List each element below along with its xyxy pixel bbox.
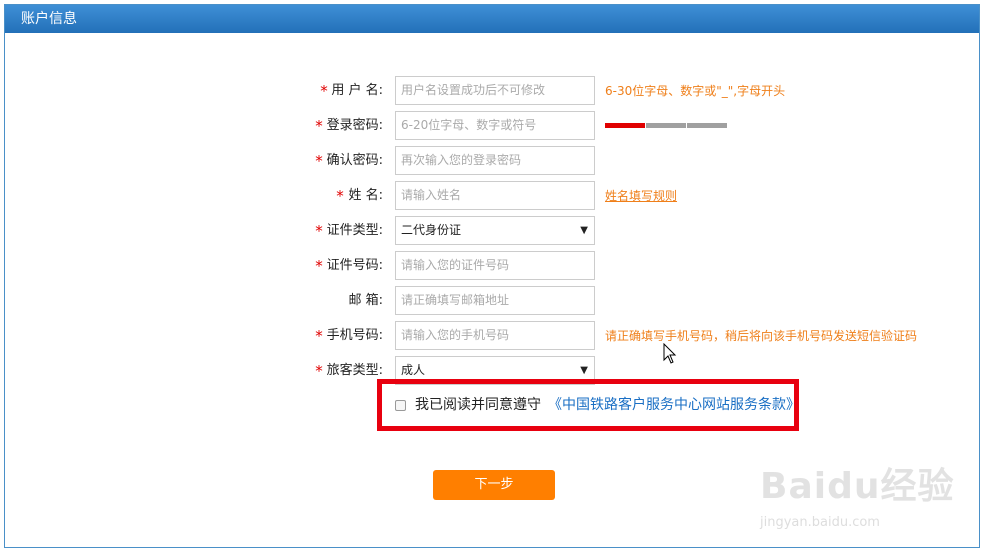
passenger-type-label: 旅客类型: <box>326 363 383 378</box>
id-number-input[interactable]: 请输入您的证件号码 <box>395 251 595 280</box>
confirm-password-label: 确认密码: <box>326 153 383 168</box>
next-step-button[interactable]: 下一步 <box>433 470 555 500</box>
agreement-highlight-box: 我已阅读并同意遵守 《中国铁路客户服务中心网站服务条款》 <box>377 379 800 431</box>
id-number-row: * 证件号码: 请输入您的证件号码 <box>5 251 981 281</box>
panel-header: 账户信息 <box>5 5 979 33</box>
confirm-password-row: * 确认密码: 再次输入您的登录密码 <box>5 146 981 176</box>
name-label: 姓 名: <box>348 188 383 203</box>
id-type-label: 证件类型: <box>326 223 383 238</box>
username-row: * 用 户 名: 用户名设置成功后不可修改 6-30位字母、数字或"_",字母开… <box>5 76 981 106</box>
name-rules-link[interactable]: 姓名填写规则 <box>605 181 677 211</box>
id-type-row: * 证件类型: 二代身份证 ▼ <box>5 216 981 246</box>
password-row: * 登录密码: 6-20位字母、数字或符号 <box>5 111 981 141</box>
password-input[interactable]: 6-20位字母、数字或符号 <box>395 111 595 140</box>
email-label: 邮 箱: <box>348 293 383 308</box>
watermark-logo-text: Baidu经验 <box>760 466 955 507</box>
watermark-url: jingyan.baidu.com <box>760 515 880 530</box>
email-row: 邮 箱: 请正确填写邮箱地址 <box>5 286 981 316</box>
baidu-jingyan-watermark: Baidu经验 jingyan.baidu.com <box>750 445 953 545</box>
service-terms-link[interactable]: 《中国铁路客户服务中心网站服务条款》 <box>548 395 800 415</box>
username-label: 用 户 名: <box>331 83 383 98</box>
dropdown-arrow-icon: ▼ <box>580 225 588 236</box>
strength-segment-strong <box>687 123 727 128</box>
phone-label: 手机号码: <box>326 328 383 343</box>
name-row: * 姓 名: 请输入姓名 姓名填写规则 <box>5 181 981 211</box>
id-type-select[interactable]: 二代身份证 ▼ <box>395 216 595 245</box>
email-input[interactable]: 请正确填写邮箱地址 <box>395 286 595 315</box>
panel-title: 账户信息 <box>21 11 77 27</box>
strength-segment-weak <box>605 123 645 128</box>
strength-segment-medium <box>646 123 686 128</box>
id-number-label: 证件号码: <box>326 258 383 273</box>
agreement-checkbox[interactable] <box>395 400 406 411</box>
password-label: 登录密码: <box>326 118 383 133</box>
phone-row: * 手机号码: 请输入您的手机号码 请正确填写手机号码，稍后将向该手机号码发送短… <box>5 321 981 351</box>
agreement-text: 我已阅读并同意遵守 <box>415 397 541 413</box>
passenger-type-value: 成人 <box>401 363 426 377</box>
phone-hint: 请正确填写手机号码，稍后将向该手机号码发送短信验证码 <box>605 329 918 343</box>
username-input[interactable]: 用户名设置成功后不可修改 <box>395 76 595 105</box>
username-hint: 6-30位字母、数字或"_",字母开头 <box>605 84 786 98</box>
confirm-password-input[interactable]: 再次输入您的登录密码 <box>395 146 595 175</box>
id-type-value: 二代身份证 <box>401 223 462 237</box>
name-input[interactable]: 请输入姓名 <box>395 181 595 210</box>
phone-input[interactable]: 请输入您的手机号码 <box>395 321 595 350</box>
mouse-cursor-icon <box>663 343 677 364</box>
account-info-panel: 账户信息 * 用 户 名: 用户名设置成功后不可修改 6-30位字母、数字或"_… <box>4 4 980 548</box>
